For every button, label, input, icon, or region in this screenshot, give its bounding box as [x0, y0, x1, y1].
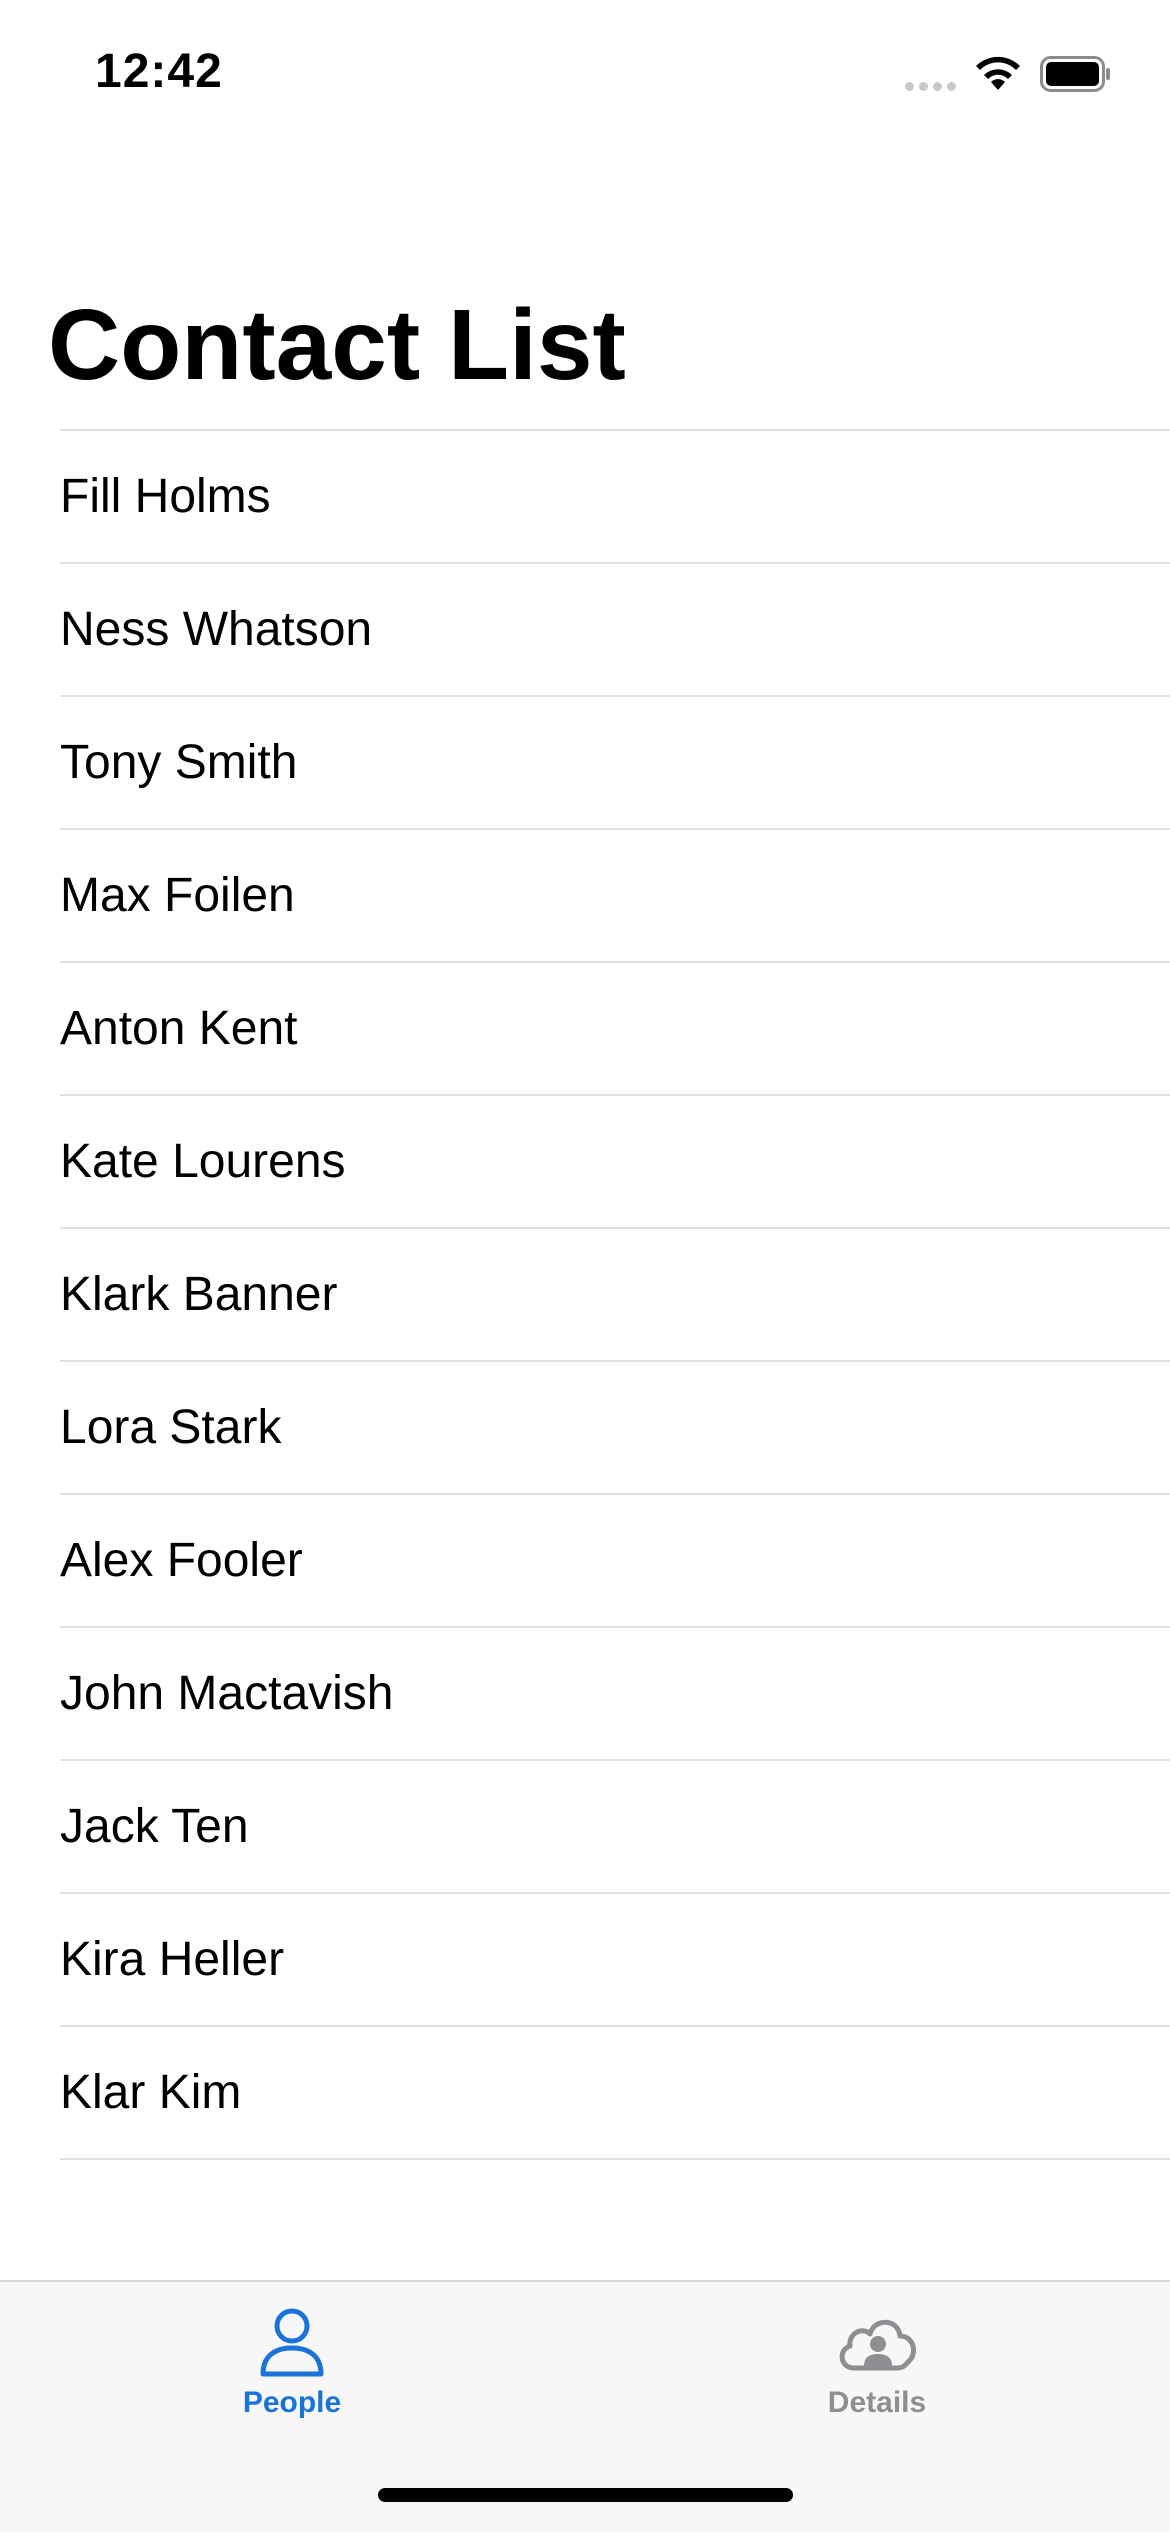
status-time: 12:42 — [95, 45, 223, 98]
contact-list-screen: 12:42 Contact List Fill Holms Ness Whats… — [0, 0, 1170, 2532]
contact-row[interactable]: Anton Kent — [60, 963, 1170, 1096]
contact-name: Jack Ten — [60, 1800, 249, 1853]
tab-people-label: People — [242, 2386, 342, 2419]
person-icon — [260, 2308, 324, 2377]
contact-name: Anton Kent — [60, 1002, 298, 1055]
cellular-signal-icon — [905, 82, 956, 91]
contact-row[interactable]: Kate Lourens — [60, 1096, 1170, 1229]
wifi-icon — [976, 56, 1020, 90]
contact-name: Ness Whatson — [60, 603, 373, 656]
contact-name: John Mactavish — [60, 1667, 394, 1720]
tab-details-label: Details — [827, 2386, 927, 2419]
contact-row[interactable]: Klar Kim — [60, 2027, 1170, 2160]
battery-icon — [1040, 56, 1110, 92]
contact-name: Max Foilen — [60, 869, 295, 922]
page-title: Contact List — [48, 289, 626, 401]
contact-row[interactable]: John Mactavish — [60, 1628, 1170, 1761]
contact-name: Klark Banner — [60, 1268, 338, 1321]
contact-row[interactable]: Alex Fooler — [60, 1495, 1170, 1628]
contact-name: Tony Smith — [60, 736, 298, 789]
contact-name: Klar Kim — [60, 2066, 242, 2119]
contact-row[interactable]: Klark Banner — [60, 1229, 1170, 1362]
contact-row[interactable]: Tony Smith — [60, 697, 1170, 830]
contact-row[interactable]: Max Foilen — [60, 830, 1170, 963]
contact-row[interactable]: Ness Whatson — [60, 564, 1170, 697]
status-bar: 12:42 — [0, 0, 1170, 150]
tab-details[interactable]: Details — [727, 2304, 1027, 2444]
home-indicator[interactable] — [378, 2488, 793, 2502]
contact-name: Kate Lourens — [60, 1135, 346, 1188]
contact-name: Fill Holms — [60, 470, 271, 523]
contact-row[interactable]: Fill Holms — [60, 431, 1170, 564]
contact-list: Fill Holms Ness Whatson Tony Smith Max F… — [60, 429, 1170, 2160]
contact-name: Lora Stark — [60, 1401, 282, 1454]
contact-name: Kira Heller — [60, 1933, 285, 1986]
cloud-person-icon — [839, 2319, 917, 2371]
contact-row[interactable]: Jack Ten — [60, 1761, 1170, 1894]
contact-row[interactable]: Lora Stark — [60, 1362, 1170, 1495]
tab-people[interactable]: People — [142, 2304, 442, 2444]
contact-name: Alex Fooler — [60, 1534, 303, 1587]
contact-row[interactable]: Kira Heller — [60, 1894, 1170, 2027]
